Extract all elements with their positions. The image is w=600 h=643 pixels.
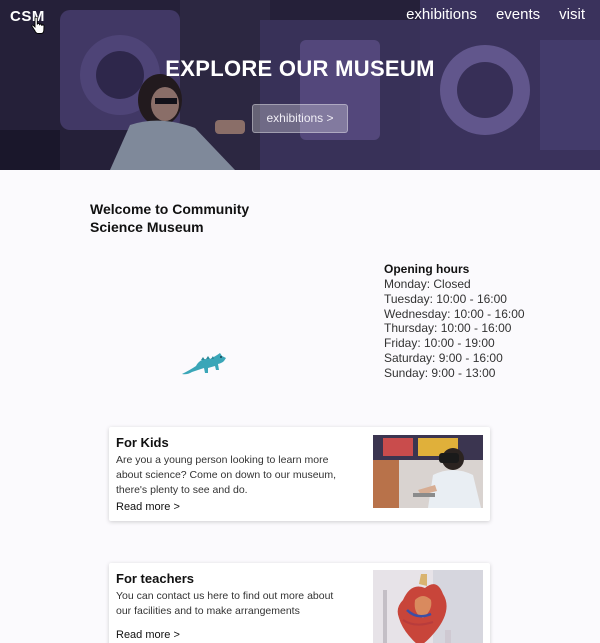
kid-vr-headset-image [373,435,483,508]
main-nav: exhibitions events visit [406,6,585,23]
pointer-cursor-icon [31,17,45,34]
hours-monday: Monday: Closed [384,277,471,291]
opening-hours-title: Opening hours [384,262,470,276]
hours-thursday: Thursday: 10:00 - 16:00 [384,321,512,336]
card-for-teachers: For teachers You can contact us here to … [109,563,490,643]
card-for-kids: For Kids Are you a young person looking … [109,427,490,521]
hours-friday: Friday: 10:00 - 19:00 [384,336,495,351]
opening-hours-list: Monday: Closed Tuesday: 10:00 - 16:00 We… [384,277,525,381]
hours-saturday: Saturday: 9:00 - 16:00 [384,350,503,365]
read-more-link[interactable]: Read more > [116,629,180,641]
hero-overlay [0,0,600,170]
hours-wednesday: Wednesday: 10:00 - 16:00 [384,306,525,321]
opening-hours: Opening hours Monday: Closed Tuesday: 10… [384,262,525,381]
card-text: Are you a young person looking to learn … [116,454,337,496]
hero-title: EXPLORE OUR MUSEUM [165,56,435,81]
dinosaur-icon [182,353,226,375]
hours-sunday: Sunday: 9:00 - 13:00 [384,365,496,380]
nav-exhibitions[interactable]: exhibitions [406,6,477,23]
card-title: For teachers [116,571,195,586]
heart-model-image [373,570,483,643]
exhibitions-button[interactable]: exhibitions > [252,104,348,133]
card-title: For Kids [116,435,169,450]
card-text: You can contact us here to find out more… [116,590,334,617]
nav-visit[interactable]: visit [559,6,585,23]
welcome-heading: Welcome to Community Science Museum [90,201,250,235]
nav-events[interactable]: events [496,6,540,23]
hours-tuesday: Tuesday: 10:00 - 16:00 [384,291,507,306]
read-more-link[interactable]: Read more > [116,501,180,513]
hero-banner: CSM exhibitions events visit EXPLORE OUR… [0,0,600,170]
